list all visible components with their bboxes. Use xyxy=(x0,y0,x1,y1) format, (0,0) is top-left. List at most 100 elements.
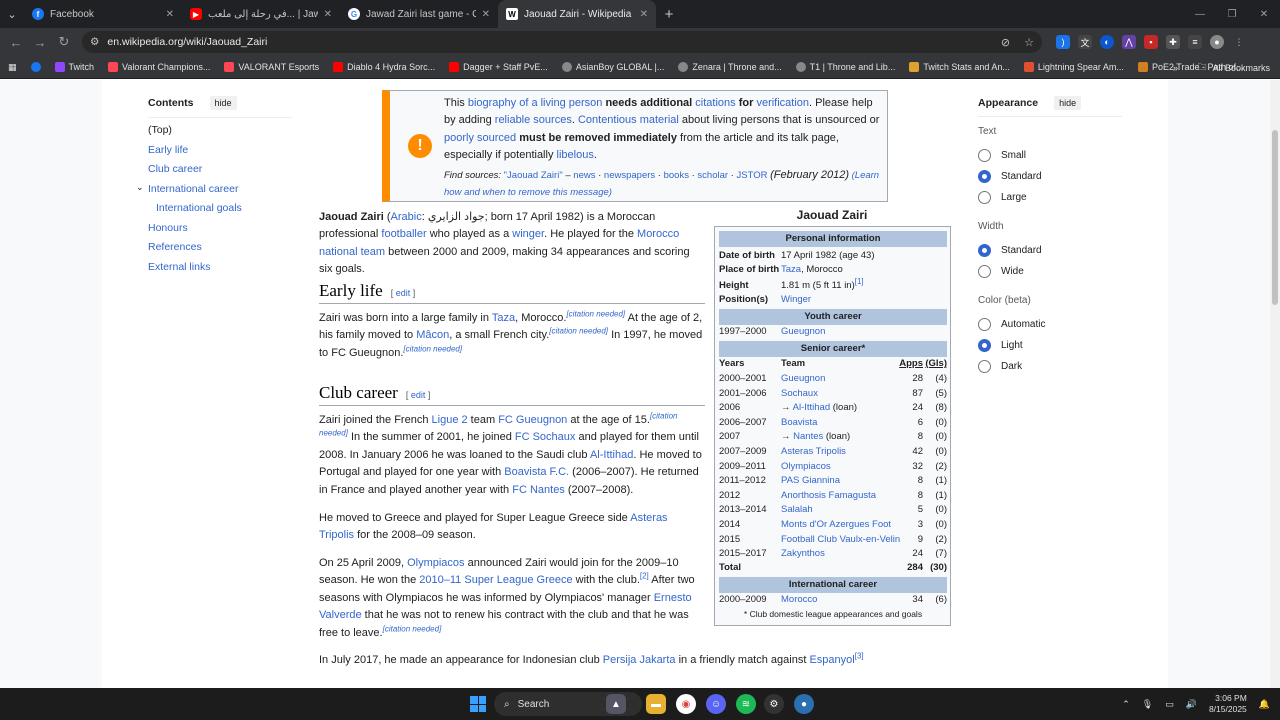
widget-icon[interactable]: ▲ xyxy=(606,694,626,714)
reference-link[interactable]: [2] xyxy=(640,572,649,581)
spotify-icon[interactable]: ≋ xyxy=(736,694,756,714)
team-link[interactable]: Asteras Tripolis xyxy=(781,446,846,457)
toc-item-international-career[interactable]: ⌄ International career xyxy=(136,182,298,195)
extension-icon[interactable]: ) xyxy=(1056,35,1070,49)
link[interactable]: Ligue 2 xyxy=(432,414,468,426)
link[interactable]: books xyxy=(664,170,689,181)
tab-facebook[interactable]: f Facebook ✕ xyxy=(24,0,182,28)
link[interactable]: Mâcon xyxy=(416,329,449,341)
app-icon[interactable]: ● xyxy=(794,694,814,714)
radio-button-selected[interactable] xyxy=(978,339,991,352)
extension-icon[interactable]: ▪ xyxy=(1144,35,1158,49)
citation-needed[interactable]: [citation needed] xyxy=(383,624,442,633)
twitch-ext-icon[interactable]: ⋀ xyxy=(1122,35,1136,49)
bookmark-item[interactable]: Twitch xyxy=(54,62,94,72)
network-icon[interactable]: ▭ xyxy=(1165,699,1174,710)
toc-hide-button[interactable]: hide xyxy=(209,96,237,110)
link[interactable]: scholar xyxy=(697,170,728,181)
toc-item-top[interactable]: (Top) xyxy=(148,124,298,136)
appearance-hide-button[interactable]: hide xyxy=(1054,96,1082,110)
edit-link[interactable]: edit xyxy=(396,288,411,298)
close-icon[interactable]: ✕ xyxy=(640,9,648,20)
radio-button[interactable] xyxy=(978,360,991,373)
team-link[interactable]: Salalah xyxy=(781,504,813,515)
citation-needed[interactable]: [citation needed] xyxy=(566,309,625,318)
chevron-down-icon[interactable]: ⌄ xyxy=(136,182,144,193)
citation-needed[interactable]: [citation needed] xyxy=(549,327,608,336)
link[interactable]: poorly sourced xyxy=(444,132,516,144)
tab-youtube[interactable]: ▶ في رحلة إلى ملعب... | Jawad Zairi و أن… xyxy=(182,0,340,28)
radio-text-small[interactable]: Small xyxy=(978,149,1026,162)
bookmark-item[interactable]: AsianBoy GLOBAL |... xyxy=(561,62,664,72)
team-link[interactable]: Gueugnon xyxy=(781,373,825,384)
speaker-icon[interactable]: 🔊 xyxy=(1186,699,1197,710)
link[interactable]: Al-Ittihad xyxy=(590,449,633,461)
reading-list-icon[interactable]: ≡ xyxy=(1188,35,1202,49)
toc-item-external-links[interactable]: External links xyxy=(148,261,298,273)
team-link[interactable]: Sochaux xyxy=(781,388,818,399)
tab-wikipedia[interactable]: W Jaouad Zairi - Wikipedia ✕ xyxy=(498,0,656,28)
link[interactable]: Olympiacos xyxy=(407,557,464,569)
bookmark-item[interactable]: Zenara | Throne and... xyxy=(678,62,782,72)
bookmark-item[interactable]: Twitch Stats and An... xyxy=(909,62,1010,72)
link[interactable]: FC Sochaux xyxy=(515,431,576,443)
link[interactable]: "Jaouad Zairi" xyxy=(504,170,563,181)
team-link[interactable]: Zakynthos xyxy=(781,548,825,559)
new-tab-button[interactable]: + xyxy=(656,0,682,28)
discord-icon[interactable]: ☺ xyxy=(706,694,726,714)
team-link[interactable]: Anorthosis Famagusta xyxy=(781,490,876,501)
link[interactable]: Espanyol xyxy=(809,654,854,666)
link[interactable]: Contentious material xyxy=(578,114,679,126)
address-bar[interactable]: ⚙ en.wikipedia.org/wiki/Jaouad_Zairi ⊘ ☆ xyxy=(82,31,1042,53)
reload-icon[interactable]: ↻ xyxy=(52,30,76,54)
link[interactable]: newspapers xyxy=(604,170,655,181)
link[interactable]: Taza xyxy=(492,312,515,324)
radio-button-selected[interactable] xyxy=(978,244,991,257)
forward-icon[interactable]: → xyxy=(28,30,52,54)
radio-button-selected[interactable] xyxy=(978,170,991,183)
tab-search-icon[interactable]: ⌄ xyxy=(0,0,24,28)
close-icon[interactable]: ✕ xyxy=(166,9,174,20)
radio-button[interactable] xyxy=(978,318,991,331)
file-explorer-icon[interactable]: ▬ xyxy=(646,694,666,714)
link[interactable]: FC Nantes xyxy=(512,484,565,496)
link[interactable]: Morocco xyxy=(781,594,817,605)
bookmark-item[interactable]: Dagger + Staff PvE... xyxy=(449,62,548,72)
bookmark-star-icon[interactable]: ☆ xyxy=(1024,36,1034,49)
bookmark-item[interactable]: Lightning Spear Am... xyxy=(1023,62,1124,72)
steam-icon[interactable]: ⚙ xyxy=(764,694,784,714)
radio-text-standard[interactable]: Standard xyxy=(978,170,1042,183)
scroll-thumb[interactable] xyxy=(1272,130,1278,305)
toc-item-club-career[interactable]: Club career xyxy=(148,163,298,175)
chrome-icon[interactable]: ◉ xyxy=(676,694,696,714)
puzzle-icon[interactable]: ✚ xyxy=(1166,35,1180,49)
link[interactable]: footballer xyxy=(381,228,426,240)
link[interactable]: Persija Jakarta xyxy=(603,654,676,666)
link[interactable]: reliable sources xyxy=(495,114,572,126)
team-link[interactable]: Olympiacos xyxy=(781,461,831,472)
link[interactable]: FC Gueugnon xyxy=(498,414,567,426)
bookmark-item[interactable]: T1 | Throne and Lib... xyxy=(795,62,895,72)
translate-icon[interactable]: 文 xyxy=(1078,35,1092,49)
link[interactable]: Winger xyxy=(781,294,811,305)
link[interactable]: verification xyxy=(756,97,809,109)
back-icon[interactable]: ← xyxy=(4,30,28,54)
tab-google[interactable]: G Jawad Zairi last game - Google ✕ xyxy=(340,0,498,28)
restore-icon[interactable]: ❐ xyxy=(1216,0,1248,28)
avatar[interactable]: ● xyxy=(1210,35,1224,49)
toc-item-honours[interactable]: Honours xyxy=(148,222,298,234)
edit-link[interactable]: edit xyxy=(411,390,426,400)
bookmark-facebook[interactable] xyxy=(30,62,41,72)
team-link[interactable]: Monts d'Or Azergues Foot xyxy=(781,519,891,530)
chevron-up-icon[interactable]: ⌃ xyxy=(1122,699,1130,710)
link[interactable]: Taza xyxy=(781,264,801,275)
radio-color-light[interactable]: Light xyxy=(978,339,1023,352)
extension-icon[interactable]: ◐ xyxy=(1100,35,1114,49)
link[interactable]: biography of a living person xyxy=(468,97,603,109)
bookmark-item[interactable]: Diablo 4 Hydra Sorc... xyxy=(333,62,435,72)
minimize-icon[interactable]: — xyxy=(1184,0,1216,28)
windows-start-icon[interactable] xyxy=(470,696,486,712)
link[interactable]: citations xyxy=(695,97,735,109)
team-link[interactable]: Football Club Vaulx-en-Velin xyxy=(781,534,900,545)
link[interactable]: Arabic xyxy=(391,211,422,223)
